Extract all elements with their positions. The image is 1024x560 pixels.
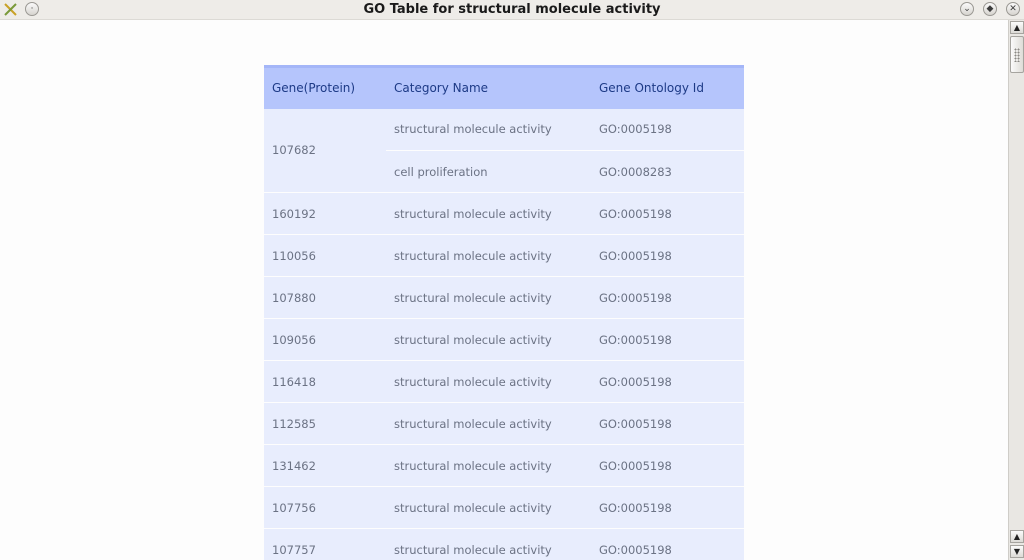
scroll-up-button-bottom[interactable]: ▲ xyxy=(1010,530,1024,543)
maximize-button[interactable]: ◆ xyxy=(983,2,997,16)
category-cell: structural molecule activity xyxy=(386,486,591,529)
go-id-cell: GO:0005198 xyxy=(591,318,744,361)
go-id-cell: GO:0005198 xyxy=(591,528,744,560)
go-id-cell: GO:0005198 xyxy=(591,402,744,445)
table-row: 116418 structural molecule activity GO:0… xyxy=(264,360,744,403)
gene-cell: 109056 xyxy=(264,318,386,361)
shade-button[interactable]: ⌄ xyxy=(960,2,974,16)
gene-cell: 131462 xyxy=(264,444,386,487)
arrow-up-icon: ▲ xyxy=(1013,23,1021,32)
gene-cell: 107682 xyxy=(264,108,386,193)
table-row: 107756 structural molecule activity GO:0… xyxy=(264,486,744,529)
go-id-cell: GO:0008283 xyxy=(591,150,744,193)
gene-cell: 112585 xyxy=(264,402,386,445)
category-cell: structural molecule activity xyxy=(386,234,591,277)
close-button[interactable]: ✕ xyxy=(1006,2,1020,16)
category-cell: structural molecule activity xyxy=(386,108,591,151)
category-cell: structural molecule activity xyxy=(386,444,591,487)
window-title: GO Table for structural molecule activit… xyxy=(363,2,661,17)
grip-icon xyxy=(1014,48,1020,62)
go-id-cell: GO:0005198 xyxy=(591,360,744,403)
category-cell: structural molecule activity xyxy=(386,360,591,403)
diamond-icon: ◆ xyxy=(986,3,994,14)
go-table-window: · GO Table for structural molecule activ… xyxy=(0,0,1024,560)
category-cell: structural molecule activity xyxy=(386,528,591,560)
gene-cell: 160192 xyxy=(264,192,386,235)
table-row: 109056 structural molecule activity GO:0… xyxy=(264,318,744,361)
table-row: 107682 structural molecule activity GO:0… xyxy=(264,108,744,193)
arrow-up-icon: ▲ xyxy=(1013,532,1021,541)
header-go-id: Gene Ontology Id xyxy=(591,65,744,109)
go-id-cell: GO:0005198 xyxy=(591,276,744,319)
table-row: 160192 structural molecule activity GO:0… xyxy=(264,192,744,235)
go-id-cell: GO:0005198 xyxy=(591,192,744,235)
scroll-up-button[interactable]: ▲ xyxy=(1010,21,1024,34)
vertical-scrollbar[interactable]: ▲ ▲ ▼ xyxy=(1008,20,1024,560)
table-row: 107880 structural molecule activity GO:0… xyxy=(264,276,744,319)
category-cell: cell proliferation xyxy=(386,150,591,193)
table-row: 107757 structural molecule activity GO:0… xyxy=(264,528,744,560)
go-id-cell: GO:0005198 xyxy=(591,486,744,529)
gene-cell: 107757 xyxy=(264,528,386,560)
go-id-cell: GO:0005198 xyxy=(591,444,744,487)
go-id-cell: GO:0005198 xyxy=(591,108,744,151)
category-cell: structural molecule activity xyxy=(386,318,591,361)
gene-cell: 107756 xyxy=(264,486,386,529)
header-category: Category Name xyxy=(386,65,591,109)
scrollbar-thumb[interactable] xyxy=(1010,36,1024,73)
table-row: 131462 structural molecule activity GO:0… xyxy=(264,444,744,487)
content-area: Gene(Protein) Category Name Gene Ontolog… xyxy=(0,20,1008,560)
category-cell: structural molecule activity xyxy=(386,192,591,235)
chevron-down-icon: ⌄ xyxy=(963,3,971,14)
go-table: Gene(Protein) Category Name Gene Ontolog… xyxy=(264,65,744,560)
category-cell: structural molecule activity xyxy=(386,276,591,319)
arrow-down-icon: ▼ xyxy=(1013,547,1021,556)
table-header-row: Gene(Protein) Category Name Gene Ontolog… xyxy=(264,65,744,109)
gene-cell: 116418 xyxy=(264,360,386,403)
gene-cell: 107880 xyxy=(264,276,386,319)
table-row: 112585 structural molecule activity GO:0… xyxy=(264,402,744,445)
go-id-cell: GO:0005198 xyxy=(591,234,744,277)
scroll-down-button[interactable]: ▼ xyxy=(1010,545,1024,558)
header-gene: Gene(Protein) xyxy=(264,65,386,109)
table-row: 110056 structural molecule activity GO:0… xyxy=(264,234,744,277)
gene-cell: 110056 xyxy=(264,234,386,277)
category-cell: structural molecule activity xyxy=(386,402,591,445)
title-bar[interactable]: · GO Table for structural molecule activ… xyxy=(0,0,1024,20)
close-icon: ✕ xyxy=(1009,3,1017,14)
